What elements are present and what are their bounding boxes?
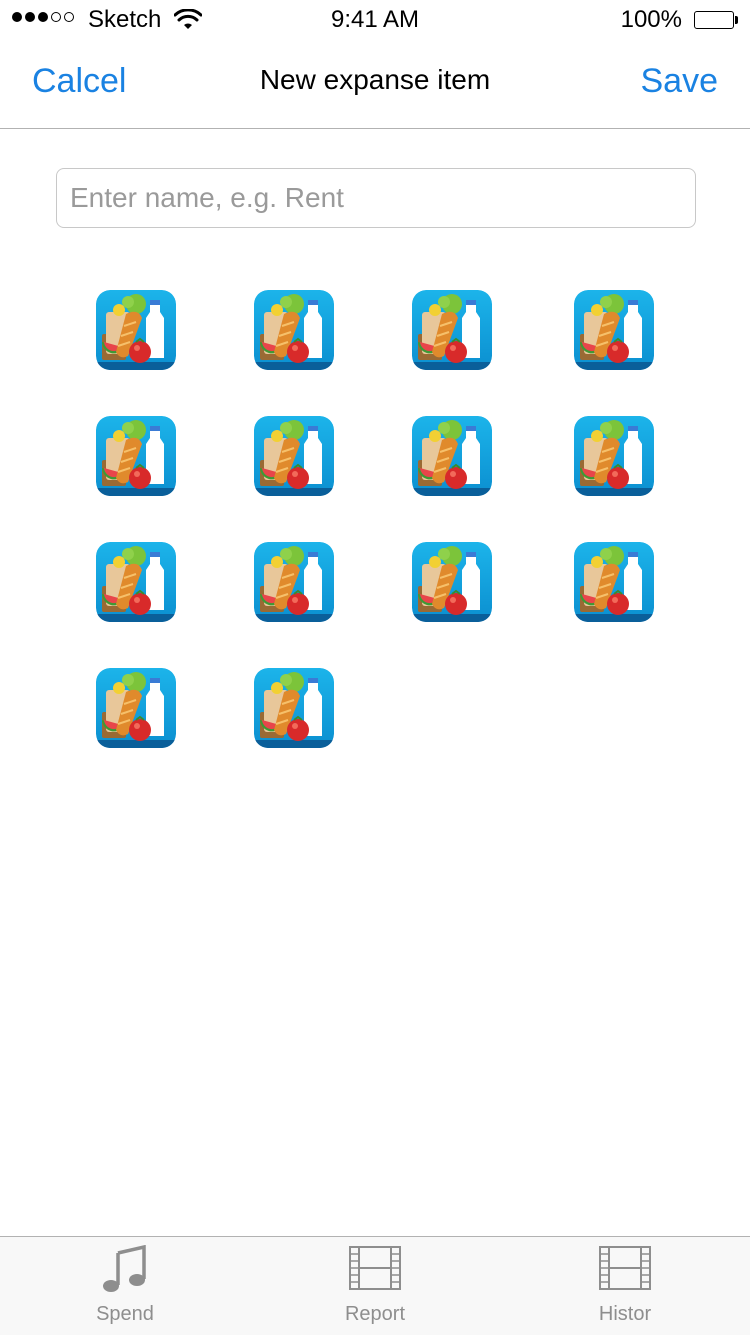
tab-label: Spend — [96, 1303, 154, 1325]
grocery-icon[interactable] — [96, 416, 176, 496]
grocery-icon[interactable] — [574, 542, 654, 622]
battery-icon — [694, 11, 738, 29]
tab-history[interactable]: Histor — [500, 1237, 750, 1335]
save-button[interactable]: Save — [641, 62, 719, 101]
grocery-icon[interactable] — [254, 668, 334, 748]
category-icon-grid — [96, 290, 656, 750]
grocery-icon[interactable] — [96, 290, 176, 370]
status-bar: Sketch 9:41 AM 100% — [0, 0, 750, 40]
film-icon — [598, 1245, 652, 1296]
expense-name-input[interactable] — [56, 168, 696, 228]
tab-bar: Spend Report Histor — [0, 1236, 750, 1335]
grocery-icon[interactable] — [412, 290, 492, 370]
grocery-icon[interactable] — [96, 542, 176, 622]
navigation-bar: Calcel New expanse item Save — [0, 40, 750, 129]
tab-label: Report — [344, 1303, 406, 1325]
music-note-icon — [100, 1244, 150, 1300]
grocery-icon[interactable] — [412, 542, 492, 622]
battery-percentage: 100% — [620, 6, 682, 33]
grocery-icon[interactable] — [412, 416, 492, 496]
film-icon — [348, 1245, 402, 1296]
tab-report[interactable]: Report — [250, 1237, 500, 1335]
page-title: New expanse item — [259, 64, 491, 95]
tab-label: Histor — [598, 1303, 652, 1325]
grocery-icon[interactable] — [574, 416, 654, 496]
grocery-icon[interactable] — [254, 542, 334, 622]
grocery-icon[interactable] — [96, 668, 176, 748]
tab-spend[interactable]: Spend — [0, 1237, 250, 1335]
grocery-icon[interactable] — [254, 290, 334, 370]
grocery-icon[interactable] — [574, 290, 654, 370]
grocery-icon[interactable] — [254, 416, 334, 496]
